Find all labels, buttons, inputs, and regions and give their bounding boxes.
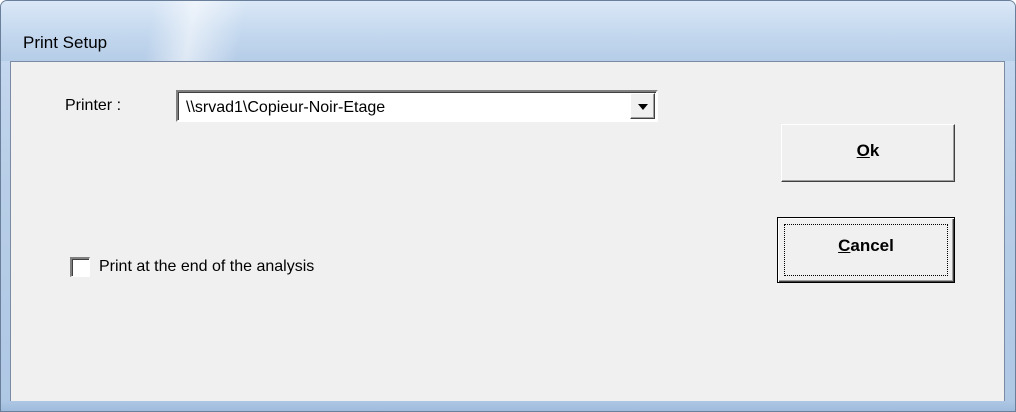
chevron-down-icon [638, 104, 648, 110]
title-bar[interactable]: Print Setup [1, 1, 1015, 61]
print-at-end-checkbox[interactable] [70, 257, 90, 277]
cancel-mnemonic: C [838, 236, 851, 255]
print-at-end-label[interactable]: Print at the end of the analysis [99, 258, 314, 276]
cancel-button-label: Cancel [778, 236, 954, 256]
window-bottom-border [1, 401, 1015, 411]
ok-button[interactable]: Ok [781, 124, 955, 182]
ok-label-rest: k [869, 141, 880, 160]
printer-label: Printer : [65, 97, 122, 114]
window-title: Print Setup [23, 33, 108, 52]
cancel-button[interactable]: Cancel [777, 217, 955, 283]
dropdown-button[interactable] [630, 93, 655, 119]
printer-selected-value: \\srvad1\Copieur-Noir-Etage [186, 99, 386, 116]
print-setup-dialog: Print Setup Printer : \\srvad1\Copieur-N… [0, 0, 1016, 412]
ok-button-label: Ok [782, 141, 954, 161]
cancel-label-rest: ancel [850, 236, 894, 255]
ok-mnemonic: O [856, 141, 870, 160]
printer-select[interactable]: \\srvad1\Copieur-Noir-Etage [176, 90, 658, 122]
